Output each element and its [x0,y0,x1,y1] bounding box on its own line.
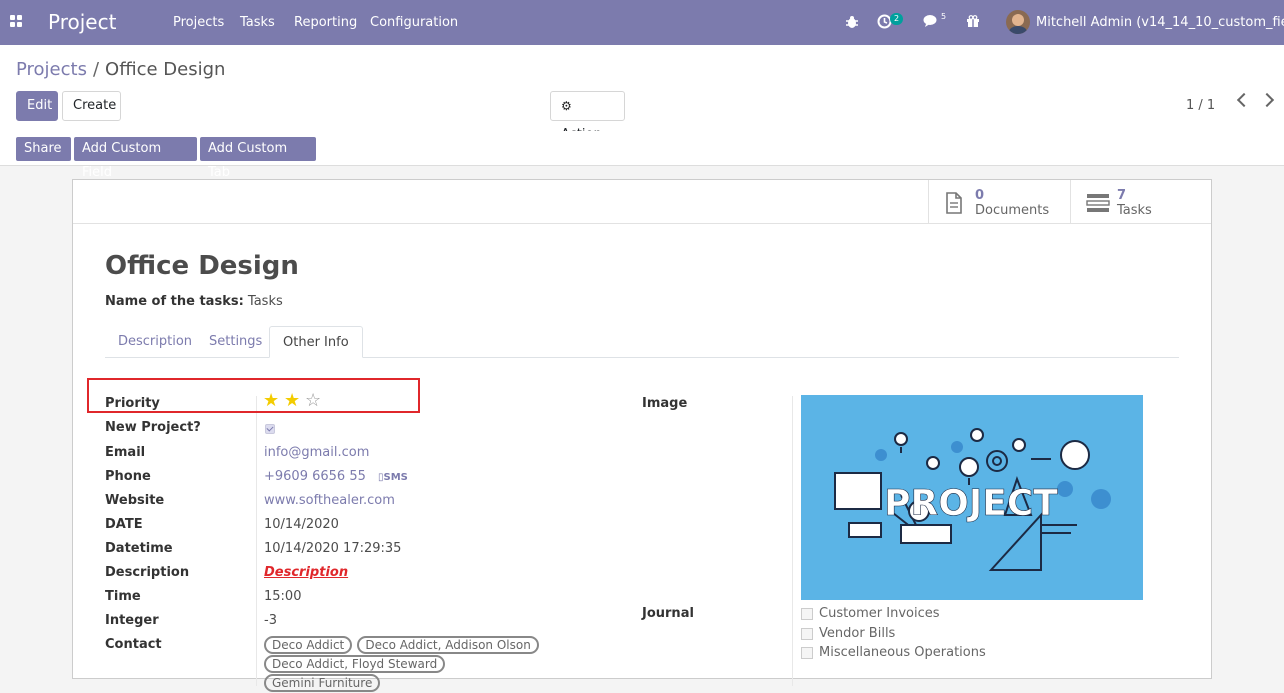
sms-label: SMS [383,472,408,483]
pager-previous-icon[interactable] [1236,92,1252,108]
contact-tags: Deco Addict Deco Addict, Addison Olson D… [264,636,564,693]
journal-vendor-bills: Vendor Bills [819,626,896,641]
description-label: Description [105,565,190,580]
tasks-count: 7 [1117,188,1127,203]
journal-customer-invoices: Customer Invoices [819,606,940,621]
name-of-tasks-value[interactable]: Tasks [248,294,283,309]
tasks-icon [1086,194,1110,212]
pager-value[interactable]: 1 / 1 [1186,98,1215,113]
tasks-smart-button[interactable]: 7 Tasks [1070,180,1211,223]
bug-icon[interactable] [845,15,859,29]
breadcrumb: Projects / Office Design [16,59,225,80]
new-project-label: New Project? [105,420,201,435]
integer-value[interactable]: -3 [264,613,277,628]
time-value[interactable]: 15:00 [264,589,301,604]
menu-configuration[interactable]: Configuration [370,15,458,30]
breadcrumb-separator: / [92,59,100,80]
new-project-checkbox[interactable] [265,424,275,434]
journal-misc-operations: Miscellaneous Operations [819,645,986,660]
gift-icon[interactable] [966,14,980,28]
tab-description[interactable]: Description [105,326,205,357]
documents-count: 0 [975,188,985,203]
edit-button[interactable]: Edit [16,91,58,121]
phone-value[interactable]: +9609 6656 55 [264,469,366,484]
app-brand[interactable]: Project [48,10,116,34]
user-menu[interactable]: Mitchell Admin (v14_14_10_custom_fields) [1036,15,1284,30]
app-grid-icon[interactable] [10,15,24,29]
name-of-tasks-row: Name of the tasks: Tasks [105,294,283,309]
gear-icon: ⚙ [561,99,572,113]
tab-settings[interactable]: Settings [196,326,275,357]
contact-label: Contact [105,637,162,652]
top-navbar: Project Projects Tasks Reporting Configu… [0,0,1284,45]
form-tabs: Description Settings Other Info [105,326,1179,358]
project-image[interactable]: PROJECT [801,395,1143,600]
star-empty-icon[interactable]: ☆ [305,392,321,410]
email-label: Email [105,445,146,460]
tasks-label: Tasks [1117,203,1152,218]
name-of-tasks-label: Name of the tasks: [105,294,244,309]
messages-icon[interactable] [923,14,939,28]
menu-tasks[interactable]: Tasks [240,15,275,30]
date-value[interactable]: 10/14/2020 [264,517,339,532]
menu-reporting[interactable]: Reporting [294,15,357,30]
star-filled-icon[interactable]: ★ [284,392,300,410]
control-panel: Projects/Office Design Edit Create ⚙ Act… [0,45,1284,142]
journal-checkbox-vendor-bills[interactable] [801,628,813,640]
sms-button[interactable]: ▯SMS [378,472,408,483]
share-button[interactable]: Share [16,137,71,161]
messages-badge: 5 [941,12,947,21]
contact-tag[interactable]: Deco Addict, Floyd Steward [264,655,446,673]
website-label: Website [105,493,165,508]
create-button[interactable]: Create [62,91,121,121]
date-label: DATE [105,517,143,532]
phone-row: +9609 6656 55 ▯SMS [264,469,408,484]
field-divider-right [792,396,793,686]
website-value[interactable]: www.softhealer.com [264,493,395,508]
integer-label: Integer [105,613,159,628]
journal-checkbox-misc-operations[interactable] [801,647,813,659]
user-avatar[interactable] [1006,10,1030,34]
menu-projects[interactable]: Projects [173,15,224,30]
description-value[interactable]: Description [264,565,348,580]
datetime-label: Datetime [105,541,173,556]
project-illustration: PROJECT [834,428,1111,571]
custom-button-row: Share Add Custom Field Add Custom Tab [0,131,1284,180]
image-label: Image [642,396,688,411]
pager-next-icon[interactable] [1259,92,1275,108]
record-title[interactable]: Office Design [105,251,299,281]
documents-smart-button[interactable]: 0 Documents [928,180,1070,223]
activity-badge: 2 [890,13,904,25]
journal-label: Journal [642,606,694,621]
add-custom-field-button[interactable]: Add Custom Field [74,137,197,180]
contact-tag[interactable]: Deco Addict [264,636,353,654]
action-dropdown[interactable]: ⚙ Action [550,91,625,142]
form-sheet: 0 Documents 7 Tasks Office Design Name o… [72,179,1212,692]
add-custom-tab-button[interactable]: Add Custom Tab [200,137,316,180]
contact-tag[interactable]: Deco Addict, Addison Olson [357,636,539,654]
tab-other-info[interactable]: Other Info [269,326,363,358]
field-divider [256,396,257,686]
datetime-value[interactable]: 10/14/2020 17:29:35 [264,541,401,556]
breadcrumb-current: Office Design [105,59,226,80]
phone-label: Phone [105,469,151,484]
email-value[interactable]: info@gmail.com [264,445,369,460]
documents-label: Documents [975,203,1050,218]
document-icon [946,192,962,214]
contact-tag[interactable]: Gemini Furniture [264,674,381,692]
breadcrumb-projects[interactable]: Projects [16,59,87,80]
priority-label: Priority [105,396,160,411]
smart-button-box: 0 Documents 7 Tasks [73,180,1211,224]
image-project-text: PROJECT [884,483,1058,524]
journal-checkbox-customer-invoices[interactable] [801,608,813,620]
time-label: Time [105,589,141,604]
star-filled-icon[interactable]: ★ [263,392,279,410]
